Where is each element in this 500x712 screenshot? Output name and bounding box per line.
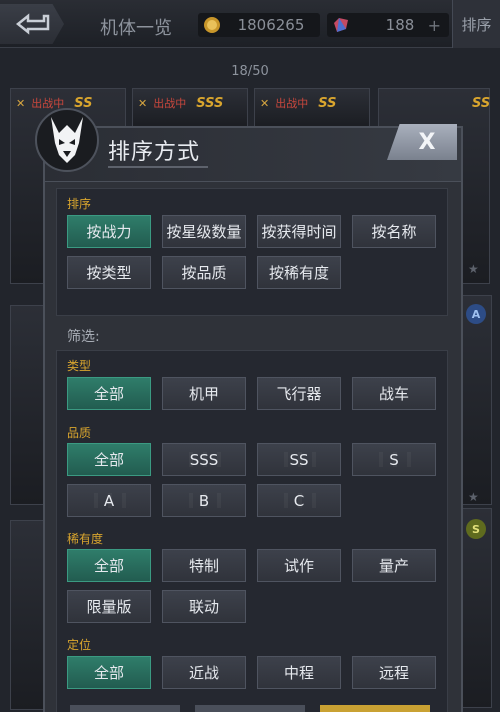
gold-coin-icon [204, 17, 220, 33]
position-mid-button[interactable]: 中程 [257, 656, 341, 689]
top-bar: 机体一览 1806265 188 + 排序 [0, 0, 500, 48]
quality-section-label: 品质 [67, 426, 92, 440]
gem-icon [334, 18, 348, 32]
type-all-button[interactable]: 全部 [67, 377, 151, 410]
rarity-special-button[interactable]: 特制 [162, 549, 246, 582]
rarity-prototype-button[interactable]: 试作 [257, 549, 341, 582]
quality-sss-button[interactable]: SSS [162, 443, 246, 476]
footer-button[interactable] [320, 705, 430, 712]
rank-label: SSS [196, 95, 224, 111]
page-title: 机体一览 [100, 18, 172, 39]
rarity-mass-button[interactable]: 量产 [352, 549, 436, 582]
rank-label: SS [472, 95, 491, 111]
position-melee-button[interactable]: 近战 [162, 656, 246, 689]
gold-value: 1806265 [237, 16, 305, 34]
sort-section-label: 排序 [67, 197, 92, 211]
unit-card[interactable] [462, 295, 492, 505]
rarity-limited-button[interactable]: 限量版 [67, 590, 151, 623]
sort-by-time-button[interactable]: 按获得时间 [257, 215, 341, 248]
rarity-section-label: 稀有度 [67, 532, 104, 546]
rarity-all-button[interactable]: 全部 [67, 549, 151, 582]
star-icon: ★ [468, 490, 479, 504]
modal-title: 排序方式 [108, 140, 201, 165]
sort-tab-button[interactable]: 排序 [452, 0, 500, 48]
sort-modal: 筛选: [43, 126, 463, 712]
quality-all-button[interactable]: 全部 [67, 443, 151, 476]
mecha-emblem-icon [35, 108, 99, 172]
rank-label: SS [74, 95, 93, 111]
unit-card[interactable] [10, 520, 44, 710]
sort-section [56, 188, 448, 316]
sort-by-stars-button[interactable]: 按星级数量 [162, 215, 246, 248]
status-tag: ✕ 出战中 SSS [138, 94, 223, 112]
crossed-swords-icon: ✕ [16, 96, 26, 110]
quality-b-button[interactable]: B [162, 484, 246, 517]
sort-by-power-button[interactable]: 按战力 [67, 215, 151, 248]
rank-badge-a: A [466, 304, 486, 324]
rarity-collab-button[interactable]: 联动 [162, 590, 246, 623]
crossed-swords-icon: ✕ [138, 96, 148, 110]
add-gem-icon[interactable]: + [428, 16, 441, 35]
unit-card[interactable] [10, 305, 44, 505]
position-long-button[interactable]: 远程 [352, 656, 436, 689]
quality-ss-button[interactable]: SS [257, 443, 341, 476]
sort-by-name-button[interactable]: 按名称 [352, 215, 436, 248]
mecha-head-icon [51, 117, 83, 163]
rank-label: SS [318, 95, 337, 111]
gem-counter: 188 + [327, 13, 449, 37]
position-section-label: 定位 [67, 638, 92, 652]
crossed-swords-icon: ✕ [260, 96, 270, 110]
star-icon: ★ [468, 262, 479, 276]
status-text: 出战中 [275, 97, 309, 110]
unit-counter: 18/50 [231, 64, 269, 79]
type-aircraft-button[interactable]: 飞行器 [257, 377, 341, 410]
quality-a-button[interactable]: A [67, 484, 151, 517]
back-arrow-icon [15, 13, 50, 35]
back-button[interactable] [0, 4, 64, 44]
filter-label: 筛选: [67, 329, 100, 345]
status-text: 出战中 [153, 97, 187, 110]
close-icon: X [418, 129, 436, 155]
footer-button[interactable] [195, 705, 305, 712]
rank-badge-s: S [466, 519, 486, 539]
type-section-label: 类型 [67, 359, 92, 373]
quality-c-button[interactable]: C [257, 484, 341, 517]
status-tag: ✕ 出战中 SS [260, 94, 336, 112]
status-tag: SS [462, 94, 490, 112]
sort-by-rarity-button[interactable]: 按稀有度 [257, 256, 341, 289]
sort-by-type-button[interactable]: 按类型 [67, 256, 151, 289]
position-all-button[interactable]: 全部 [67, 656, 151, 689]
quality-s-button[interactable]: S [352, 443, 436, 476]
type-tank-button[interactable]: 战车 [352, 377, 436, 410]
type-mecha-button[interactable]: 机甲 [162, 377, 246, 410]
footer-button[interactable] [70, 705, 180, 712]
gold-counter: 1806265 [198, 13, 320, 37]
title-underline [108, 166, 208, 168]
sort-by-quality-button[interactable]: 按品质 [162, 256, 246, 289]
